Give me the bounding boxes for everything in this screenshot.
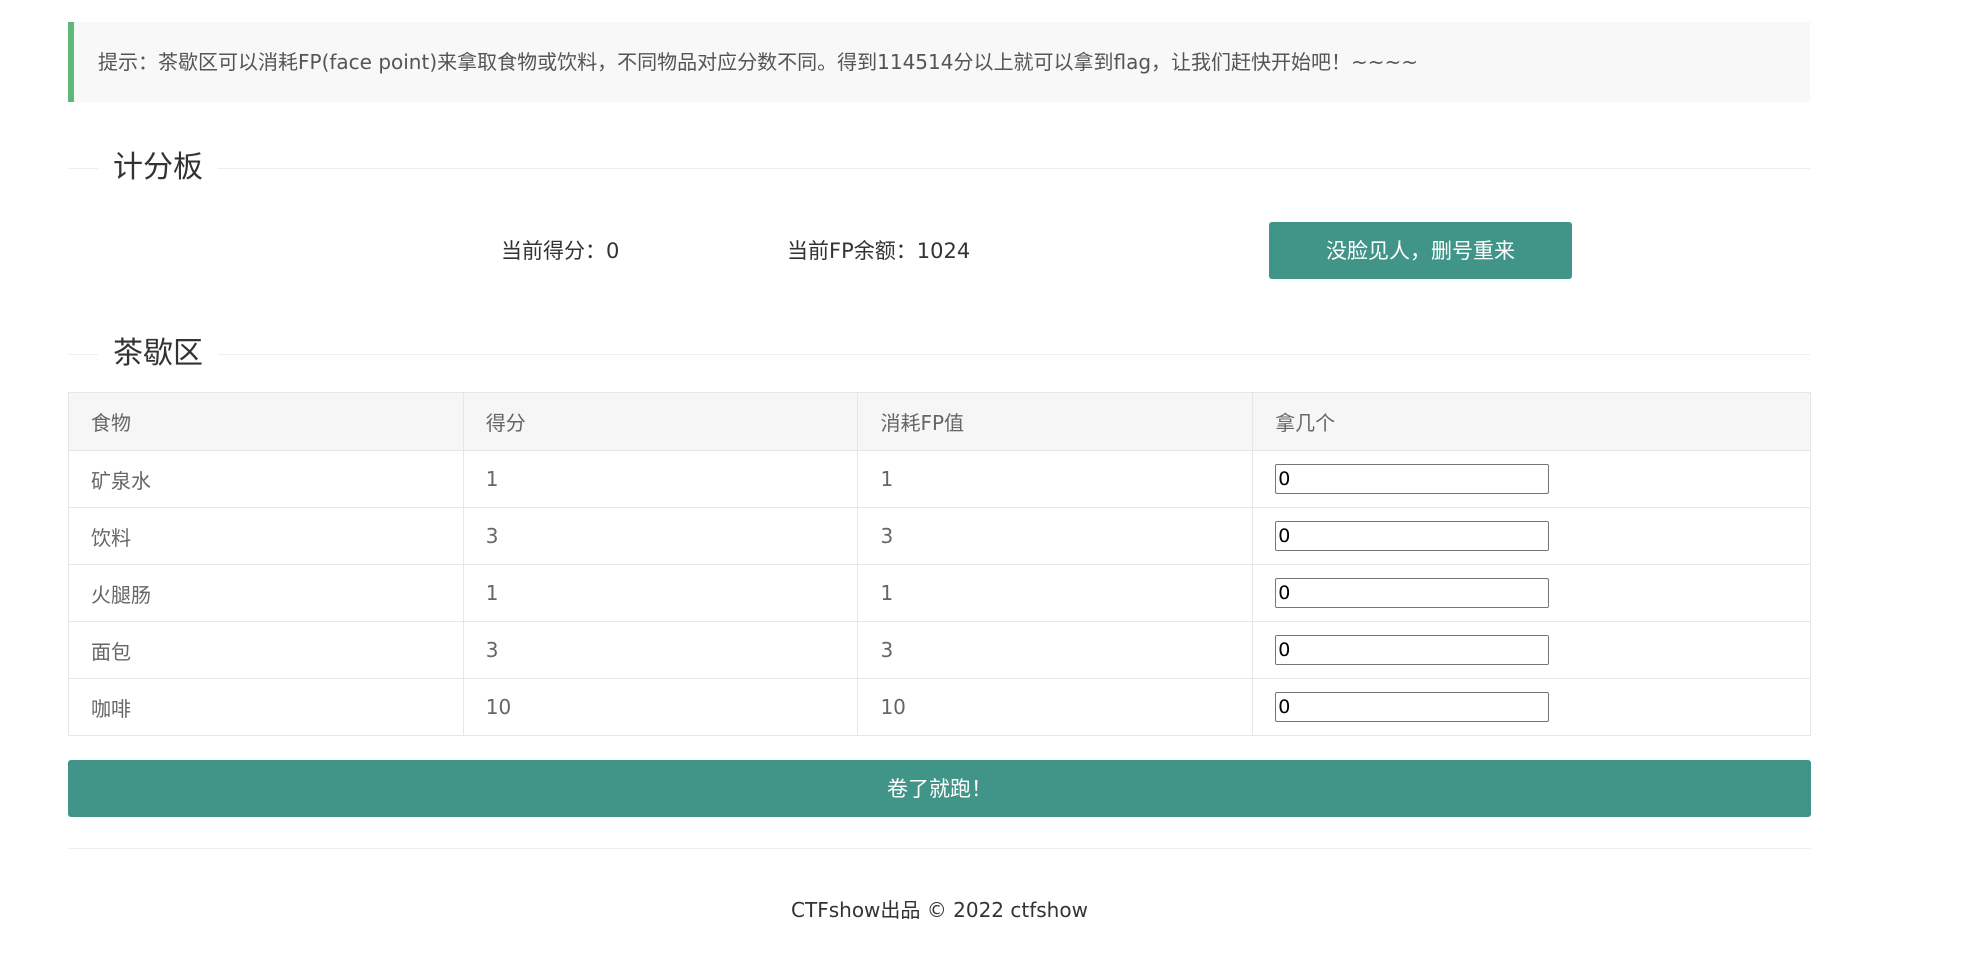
food-fp: 1 xyxy=(857,450,1254,508)
break-area-legend: 茶歇区 xyxy=(68,332,1810,376)
table-header-row: 食物 得分 消耗FP值 拿几个 xyxy=(68,392,1811,451)
quantity-input[interactable] xyxy=(1275,578,1550,608)
food-score: 3 xyxy=(462,507,859,565)
quantity-cell xyxy=(1252,507,1811,565)
quantity-cell xyxy=(1252,621,1811,679)
break-area-divider xyxy=(68,354,1810,355)
quantity-input[interactable] xyxy=(1275,521,1550,551)
quantity-cell xyxy=(1252,450,1811,508)
table-row: 面包 3 3 xyxy=(68,621,1811,679)
food-name: 矿泉水 xyxy=(68,450,464,508)
food-name: 火腿肠 xyxy=(68,564,464,622)
tip-text: 提示：茶歇区可以消耗FP(face point)来拿取食物或饮料，不同物品对应分… xyxy=(98,50,1419,74)
footer-text: CTFshow出品 © 2022 ctfshow xyxy=(791,898,1088,922)
food-name: 面包 xyxy=(68,621,464,679)
quantity-input[interactable] xyxy=(1275,635,1550,665)
table-row: 咖啡 10 10 xyxy=(68,678,1811,736)
food-score: 10 xyxy=(462,678,859,736)
food-score: 1 xyxy=(462,450,859,508)
food-fp: 10 xyxy=(857,678,1254,736)
food-score: 3 xyxy=(462,621,859,679)
table-row: 饮料 3 3 xyxy=(68,507,1811,565)
current-score: 当前得分：0 xyxy=(501,239,620,263)
header-score: 得分 xyxy=(462,392,859,451)
food-name: 饮料 xyxy=(68,507,464,565)
scoreboard-divider xyxy=(68,168,1810,169)
footer: CTFshow出品 © 2022 ctfshow xyxy=(68,895,1811,925)
reset-account-button[interactable]: 没脸见人，删号重来 xyxy=(1269,222,1572,279)
header-fp: 消耗FP值 xyxy=(857,392,1254,451)
food-fp: 1 xyxy=(857,564,1254,622)
food-fp: 3 xyxy=(857,621,1254,679)
quantity-input[interactable] xyxy=(1275,692,1550,722)
food-name: 咖啡 xyxy=(68,678,464,736)
scoreboard-title: 计分板 xyxy=(98,146,218,190)
current-fp: 当前FP余额：1024 xyxy=(787,239,971,263)
header-food: 食物 xyxy=(68,392,464,451)
break-area-title: 茶歇区 xyxy=(98,332,218,376)
tip-banner: 提示：茶歇区可以消耗FP(face point)来拿取食物或饮料，不同物品对应分… xyxy=(68,22,1810,102)
quantity-cell xyxy=(1252,564,1811,622)
quantity-input[interactable] xyxy=(1275,464,1550,494)
submit-button[interactable]: 卷了就跑！ xyxy=(68,760,1811,817)
header-quantity: 拿几个 xyxy=(1252,392,1811,451)
table-row: 火腿肠 1 1 xyxy=(68,564,1811,622)
footer-divider xyxy=(68,848,1811,849)
food-score: 1 xyxy=(462,564,859,622)
food-fp: 3 xyxy=(857,507,1254,565)
table-row: 矿泉水 1 1 xyxy=(68,450,1811,508)
scoreboard-legend: 计分板 xyxy=(68,146,1810,190)
quantity-cell xyxy=(1252,678,1811,736)
food-table: 食物 得分 消耗FP值 拿几个 矿泉水 1 1 饮料 3 3 火腿肠 1 xyxy=(68,392,1811,736)
